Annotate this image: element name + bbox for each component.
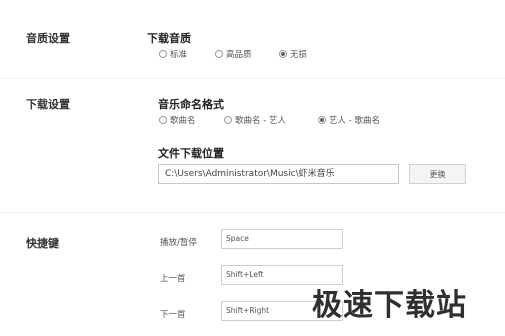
download-location-title: 文件下载位置 <box>158 147 224 160</box>
download-section-label: 下载设置 <box>26 98 70 111</box>
quality-option-label: 高品质 <box>226 50 252 60</box>
naming-option-label: 歌曲名 <box>170 116 196 126</box>
section-divider <box>0 78 505 79</box>
download-quality-title: 下载音质 <box>147 32 191 45</box>
quality-option-label: 标准 <box>170 50 188 60</box>
quality-option-standard[interactable]: 标准 <box>159 48 187 60</box>
audio-quality-section-label: 音质设置 <box>26 32 70 45</box>
naming-option-song-artist[interactable]: 歌曲名 - 艺人 <box>224 114 286 126</box>
naming-option-song[interactable]: 歌曲名 <box>159 114 196 126</box>
quality-option-high[interactable]: 高品质 <box>215 48 252 60</box>
naming-option-label: 艺人 - 歌曲名 <box>329 116 380 126</box>
naming-radio-artist-song[interactable] <box>318 116 326 124</box>
hotkey-next-label: 下一首 <box>160 310 186 320</box>
naming-radio-song[interactable] <box>159 116 167 124</box>
quality-option-label: 无损 <box>290 50 308 60</box>
hotkey-play-pause-label: 播放/暂停 <box>160 238 197 248</box>
hotkeys-section-label: 快捷键 <box>26 237 59 250</box>
quality-radio-standard[interactable] <box>159 50 167 58</box>
section-divider <box>0 212 505 213</box>
quality-radio-high[interactable] <box>215 50 223 58</box>
naming-format-title: 音乐命名格式 <box>158 98 224 111</box>
naming-option-label: 歌曲名 - 艺人 <box>235 116 286 126</box>
quality-radio-lossless[interactable] <box>279 50 287 58</box>
quality-option-lossless[interactable]: 无损 <box>279 48 307 60</box>
naming-option-artist-song[interactable]: 艺人 - 歌曲名 <box>318 114 380 126</box>
download-path-field[interactable]: C:\Users\Administrator\Music\虾米音乐 <box>158 164 399 184</box>
hotkey-previous-label: 上一首 <box>160 274 186 284</box>
naming-radio-song-artist[interactable] <box>224 116 232 124</box>
watermark-text: 极速下载站 <box>312 288 467 323</box>
change-location-button[interactable]: 更换 <box>409 164 466 184</box>
hotkey-play-pause-input[interactable]: Space <box>221 229 343 249</box>
